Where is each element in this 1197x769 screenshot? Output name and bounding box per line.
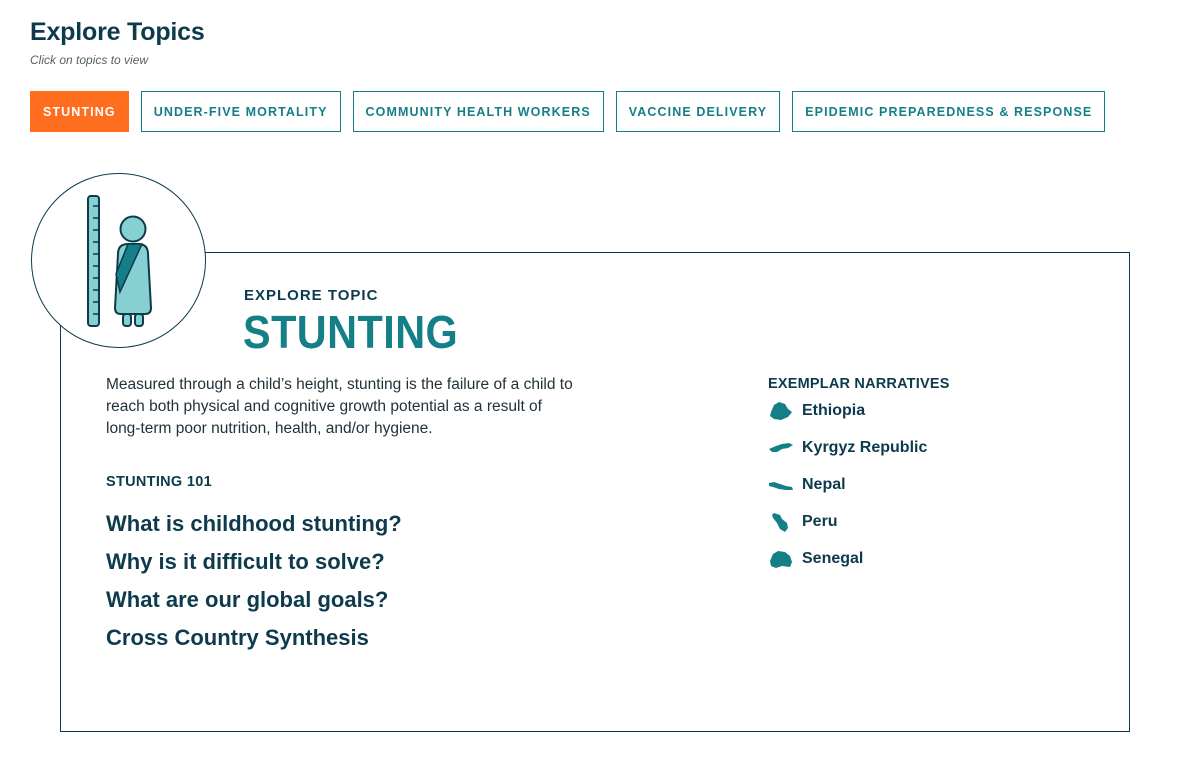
country-name: Nepal (802, 475, 846, 493)
tab-epidemic-preparedness-response[interactable]: EPIDEMIC PREPAREDNESS & RESPONSE (792, 91, 1106, 132)
country-name: Ethiopia (802, 401, 866, 419)
link-cross-country-synthesis[interactable]: Cross Country Synthesis (106, 624, 402, 662)
stunting-101-links: What is childhood stunting? Why is it di… (106, 510, 402, 662)
country-senegal[interactable]: Senegal (768, 540, 950, 577)
topic-eyebrow: EXPLORE TOPIC (244, 287, 379, 304)
link-global-goals[interactable]: What are our global goals? (106, 586, 402, 624)
tab-vaccine-delivery[interactable]: VACCINE DELIVERY (615, 91, 781, 132)
exemplar-narratives: EXEMPLAR NARRATIVES Ethiopia Kyrgyz Repu… (768, 376, 950, 577)
tab-under-five-mortality[interactable]: UNDER-FIVE MORTALITY (140, 91, 341, 132)
country-nepal[interactable]: Nepal (768, 466, 950, 503)
topic-badge (31, 173, 206, 348)
country-kyrgyz-republic[interactable]: Kyrgyz Republic (768, 429, 950, 466)
topic-tabs: STUNTING UNDER-FIVE MORTALITY COMMUNITY … (30, 91, 1106, 132)
child-height-measure-icon (87, 195, 153, 327)
tab-stunting[interactable]: STUNTING (30, 91, 129, 132)
country-name: Peru (802, 512, 838, 530)
stunting-101-label: STUNTING 101 (106, 474, 212, 490)
tab-community-health-workers[interactable]: COMMUNITY HEALTH WORKERS (352, 91, 604, 132)
kyrgyz-republic-map-icon (768, 436, 794, 460)
nepal-map-icon (768, 473, 794, 497)
page-subtitle: Click on topics to view (30, 53, 149, 67)
country-name: Senegal (802, 549, 864, 567)
topic-description: Measured through a child’s height, stunt… (106, 376, 573, 437)
topic-title: STUNTING (243, 306, 459, 358)
ethiopia-map-icon (768, 399, 794, 423)
exemplar-narratives-label: EXEMPLAR NARRATIVES (768, 376, 950, 392)
link-why-is-it-difficult-to-solve[interactable]: Why is it difficult to solve? (106, 548, 402, 586)
senegal-map-icon (768, 547, 794, 571)
country-ethiopia[interactable]: Ethiopia (768, 392, 950, 429)
link-what-is-childhood-stunting[interactable]: What is childhood stunting? (106, 510, 402, 548)
country-peru[interactable]: Peru (768, 503, 950, 540)
page-title: Explore Topics (30, 18, 205, 46)
peru-map-icon (768, 510, 794, 534)
page-header: Explore Topics Click on topics to view (30, 18, 205, 67)
country-name: Kyrgyz Republic (802, 438, 928, 456)
